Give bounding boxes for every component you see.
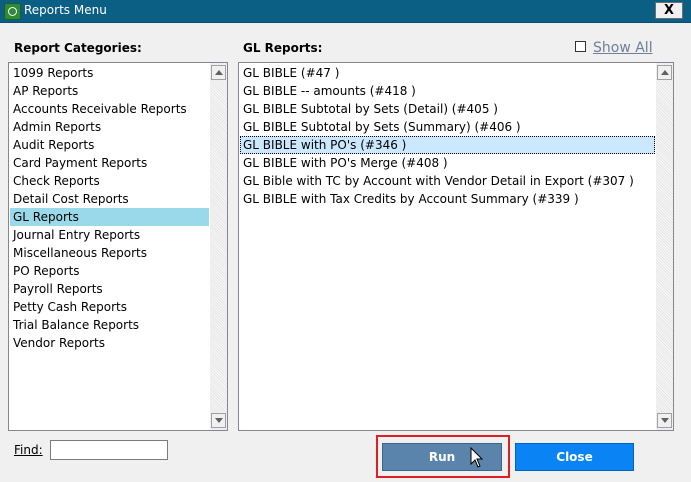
categories-scrollbar[interactable] <box>210 63 227 430</box>
show-all-label[interactable]: Show All <box>593 40 653 56</box>
category-list-item[interactable]: Journal Entry Reports <box>10 226 209 244</box>
category-list-item[interactable]: Audit Reports <box>10 136 209 154</box>
window-title: Reports Menu <box>24 3 107 17</box>
run-button[interactable]: Run <box>382 443 502 471</box>
report-list-item[interactable]: GL BIBLE with Tax Credits by Account Sum… <box>240 190 655 208</box>
reports-scrollbar[interactable] <box>656 63 673 430</box>
find-label: Find: <box>14 443 43 457</box>
reports-label: GL Reports: <box>243 41 323 55</box>
report-list-item[interactable]: GL BIBLE with PO's (#346 ) <box>240 136 655 154</box>
category-list-item[interactable]: Check Reports <box>10 172 209 190</box>
title-bar: Reports Menu X <box>0 0 691 23</box>
scroll-up-arrow-icon[interactable] <box>657 65 672 80</box>
category-list-item[interactable]: Card Payment Reports <box>10 154 209 172</box>
report-list-item[interactable]: GL BIBLE (#47 ) <box>240 64 655 82</box>
report-list-item[interactable]: GL BIBLE Subtotal by Sets (Detail) (#405… <box>240 100 655 118</box>
reports-list: GL BIBLE (#47 ) GL BIBLE -- amounts (#418… <box>240 64 655 429</box>
scroll-down-arrow-icon[interactable] <box>211 413 226 428</box>
find-label-text: Find: <box>14 443 43 457</box>
show-all-checkbox[interactable] <box>575 41 586 52</box>
mouse-pointer-icon <box>470 447 484 468</box>
scroll-down-arrow-icon[interactable] <box>657 413 672 428</box>
category-list-item[interactable]: AP Reports <box>10 82 209 100</box>
report-list-item[interactable]: GL BIBLE with PO's Merge (#408 ) <box>240 154 655 172</box>
reports-listbox[interactable]: GL BIBLE (#47 ) GL BIBLE -- amounts (#418… <box>238 62 674 431</box>
category-list-item[interactable]: Petty Cash Reports <box>10 298 209 316</box>
window-close-button[interactable]: X <box>655 2 683 19</box>
close-button[interactable]: Close <box>515 443 634 471</box>
find-input[interactable] <box>50 440 168 460</box>
category-list-item[interactable]: PO Reports <box>10 262 209 280</box>
report-list-item[interactable]: GL BIBLE -- amounts (#418 ) <box>240 82 655 100</box>
categories-listbox[interactable]: 1099 Reports AP Reports Accounts Receivabl… <box>8 62 228 431</box>
category-list-item[interactable]: Vendor Reports <box>10 334 209 352</box>
scroll-up-arrow-icon[interactable] <box>211 65 226 80</box>
category-list-item[interactable]: Accounts Receivable Reports <box>10 100 209 118</box>
category-list-item[interactable]: Detail Cost Reports <box>10 190 209 208</box>
report-list-item[interactable]: GL Bible with TC by Account with Vendor … <box>240 172 655 190</box>
category-list-item[interactable]: GL Reports <box>10 208 209 226</box>
categories-list: 1099 Reports AP Reports Accounts Receivabl… <box>10 64 209 429</box>
category-list-item[interactable]: Trial Balance Reports <box>10 316 209 334</box>
report-list-item[interactable]: GL BIBLE Subtotal by Sets (Summary) (#40… <box>240 118 655 136</box>
category-list-item[interactable]: 1099 Reports <box>10 64 209 82</box>
category-list-item[interactable]: Admin Reports <box>10 118 209 136</box>
categories-label: Report Categories: <box>14 41 142 55</box>
category-list-item[interactable]: Miscellaneous Reports <box>10 244 209 262</box>
app-logo-icon <box>4 3 21 20</box>
category-list-item[interactable]: Payroll Reports <box>10 280 209 298</box>
